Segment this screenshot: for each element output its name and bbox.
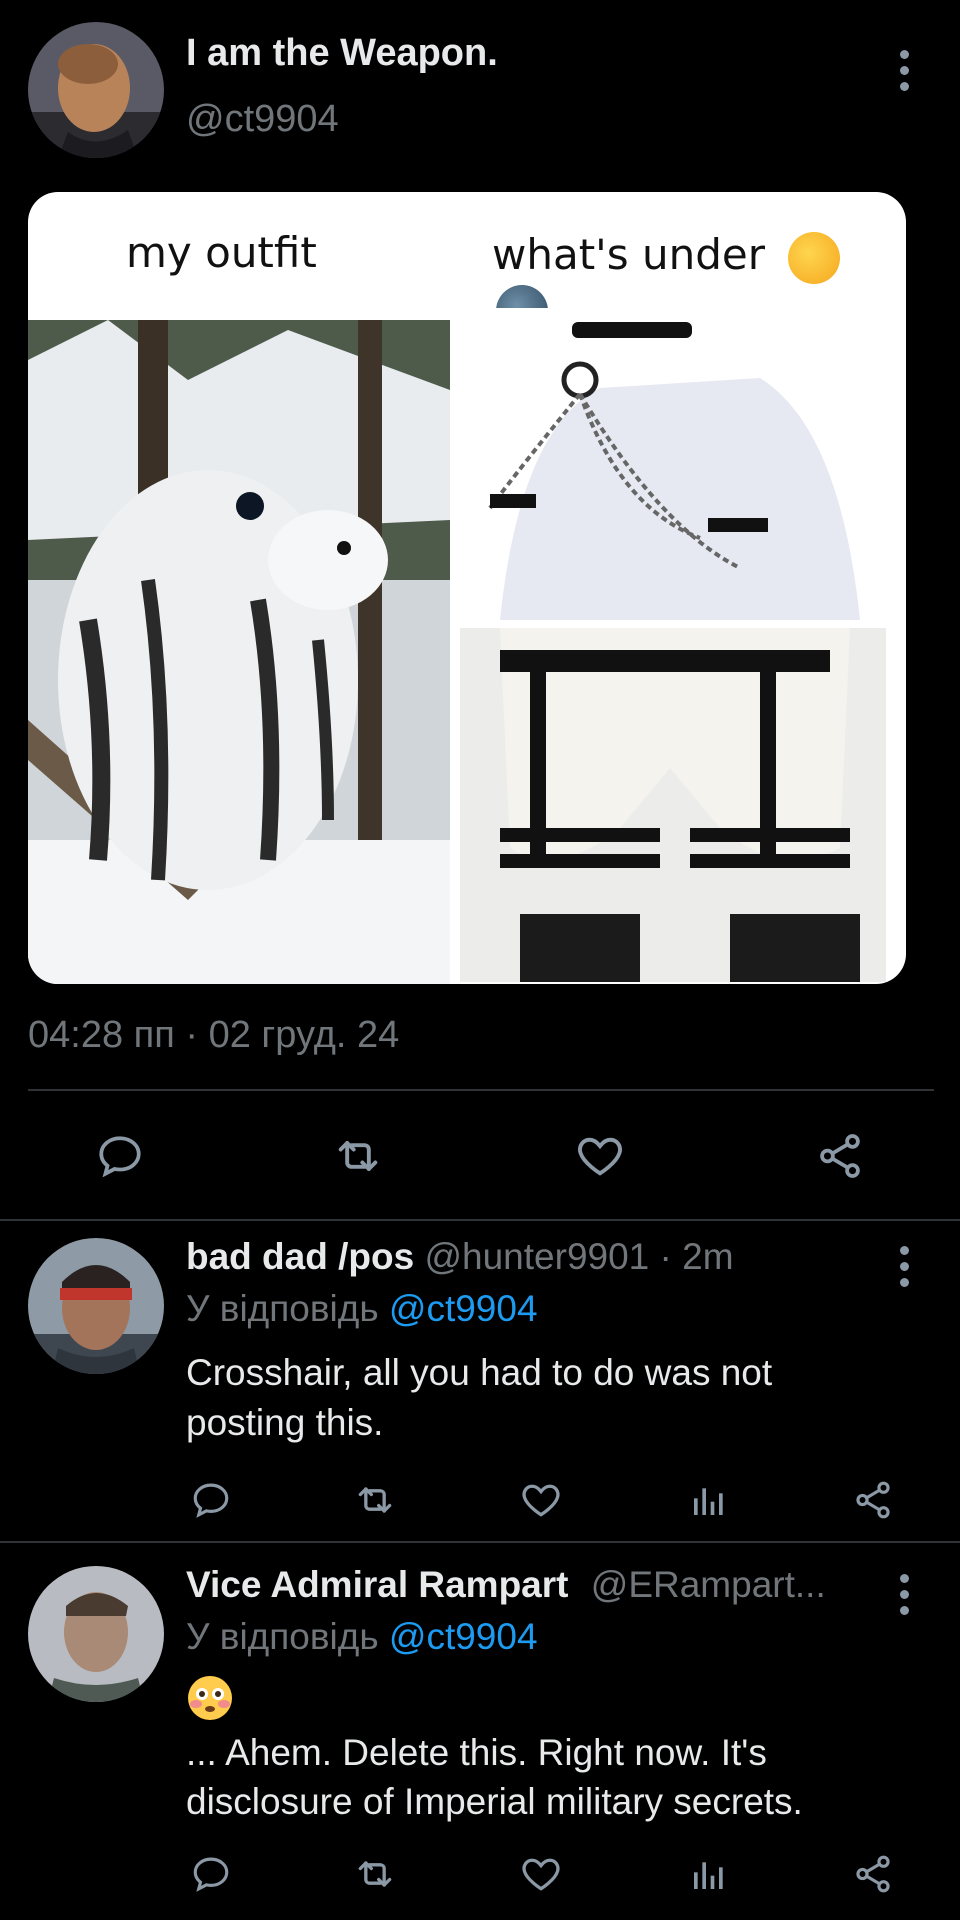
share-icon[interactable]: [848, 1850, 898, 1898]
snow-ghillie-photo: [28, 320, 450, 984]
reply-icon[interactable]: [186, 1476, 236, 1524]
reply-text: ... Ahem. Delete this. Right now. It's d…: [186, 1728, 803, 1826]
reply-context: У відповідь @ct9904: [186, 1616, 538, 1658]
author-avatar[interactable]: [28, 22, 164, 158]
reply-text-line: disclosure of Imperial military secrets.: [186, 1781, 803, 1822]
reply-divider: [0, 1541, 960, 1543]
media-left-caption: my outfit: [126, 228, 317, 277]
more-options-icon[interactable]: [896, 50, 912, 91]
media-right-caption-text: what's under: [492, 230, 765, 279]
reply-time[interactable]: · 2m: [660, 1236, 734, 1277]
reply-icon[interactable]: [186, 1850, 236, 1898]
reply-handle[interactable]: @ERampart...: [591, 1564, 826, 1605]
reply-header: bad dad /pos @hunter9901 · 2m: [186, 1236, 734, 1278]
reply-avatar[interactable]: [28, 1566, 164, 1702]
reply-context-prefix: У відповідь: [186, 1288, 379, 1329]
reply-header: Vice Admiral Rampart @ERampart...: [186, 1564, 826, 1606]
more-options-icon[interactable]: [896, 1574, 912, 1615]
reply-text-line: Crosshair, all you had to do was not: [186, 1352, 773, 1393]
reply-context: У відповідь @ct9904: [186, 1288, 538, 1330]
author-handle[interactable]: @ct9904: [186, 98, 339, 141]
reply-text: Crosshair, all you had to do was not pos…: [186, 1348, 772, 1448]
like-icon[interactable]: [516, 1476, 566, 1524]
chain-harness-photo: [460, 308, 906, 620]
main-tweet-divider: [0, 1219, 960, 1221]
reply-text-line: posting this.: [186, 1402, 384, 1443]
timestamp-divider: [28, 1089, 934, 1091]
reply-context-prefix: У відповідь: [186, 1616, 379, 1657]
retweet-icon[interactable]: [350, 1476, 400, 1524]
like-icon[interactable]: [572, 1128, 628, 1184]
author-display-name[interactable]: I am the Weapon.: [186, 32, 498, 75]
views-icon[interactable]: [684, 1476, 734, 1524]
more-options-icon[interactable]: [896, 1246, 912, 1287]
reply-text-line: ... Ahem. Delete this. Right now. It's: [186, 1732, 767, 1773]
retweet-icon[interactable]: [350, 1850, 400, 1898]
reply-avatar[interactable]: [28, 1238, 164, 1374]
tweet-timestamp[interactable]: 04:28 пп · 02 груд. 24: [28, 1014, 399, 1057]
hand-over-mouth-emoji-icon: [788, 231, 841, 284]
like-icon[interactable]: [516, 1850, 566, 1898]
share-icon[interactable]: [848, 1476, 898, 1524]
reply-context-mention[interactable]: @ct9904: [389, 1288, 538, 1329]
retweet-icon[interactable]: [330, 1128, 386, 1184]
reply-display-name[interactable]: bad dad /pos: [186, 1236, 414, 1277]
flushed-face-emoji-icon: [186, 1674, 234, 1722]
reply-icon[interactable]: [92, 1128, 148, 1184]
reply-context-mention[interactable]: @ct9904: [389, 1616, 538, 1657]
leg-harness-photo: [460, 628, 886, 982]
views-icon[interactable]: [684, 1850, 734, 1898]
reply-display-name[interactable]: Vice Admiral Rampart: [186, 1564, 568, 1605]
share-icon[interactable]: [812, 1128, 868, 1184]
tweet-media[interactable]: my outfit what's under: [28, 192, 906, 984]
reply-handle[interactable]: @hunter9901: [424, 1236, 649, 1277]
